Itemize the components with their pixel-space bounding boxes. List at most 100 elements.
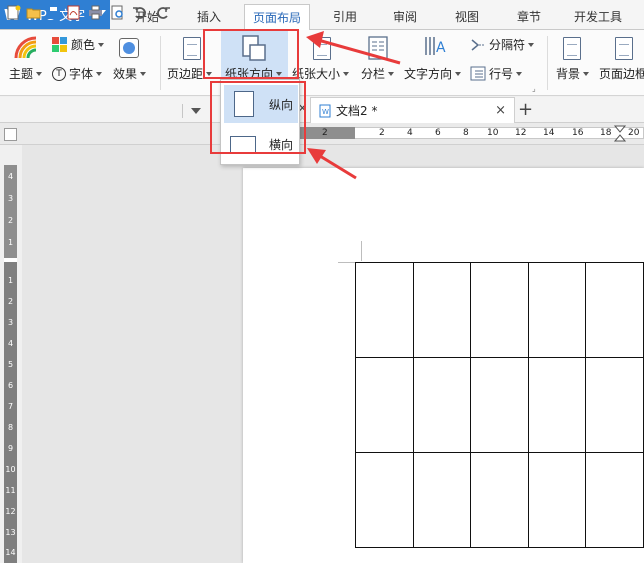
table-cell[interactable] bbox=[585, 262, 644, 358]
ruler-label: 3 bbox=[7, 194, 14, 203]
ruler-label: 12 bbox=[5, 507, 16, 516]
background-label: 背景 bbox=[556, 67, 581, 81]
annotation-box-orientation bbox=[203, 29, 299, 79]
ruler-label: 9 bbox=[7, 444, 14, 453]
font-icon: T bbox=[52, 66, 66, 81]
export-pdf-icon[interactable] bbox=[66, 5, 81, 20]
ruler-label: 14 bbox=[5, 548, 16, 557]
add-tab-icon[interactable]: + bbox=[518, 99, 533, 120]
svg-text:W: W bbox=[322, 108, 329, 116]
vertical-ruler-marker bbox=[4, 258, 17, 262]
tab-stop-selector[interactable] bbox=[4, 128, 17, 141]
line-number-label: 行号 bbox=[489, 67, 514, 81]
tab-insert[interactable]: 插入 bbox=[184, 4, 234, 29]
columns-icon bbox=[368, 36, 388, 60]
table-row bbox=[355, 262, 644, 358]
document-table[interactable] bbox=[355, 262, 644, 548]
ruler-label: 16 bbox=[572, 128, 584, 138]
document-icon: W bbox=[319, 104, 331, 117]
toolbar-divider bbox=[182, 104, 183, 118]
ruler-label: 2 bbox=[7, 297, 14, 306]
line-number-button[interactable]: 行号 bbox=[470, 65, 523, 82]
ruler-label: 12 bbox=[515, 128, 527, 138]
ruler-label: 13 bbox=[5, 528, 16, 537]
font-button[interactable]: T 字体 bbox=[52, 65, 103, 82]
close-icon[interactable]: × bbox=[495, 103, 506, 118]
separator-label: 分隔符 bbox=[489, 38, 526, 52]
theme-icon bbox=[14, 36, 37, 59]
chevron-down-icon bbox=[98, 42, 105, 47]
new-document-icon[interactable] bbox=[6, 5, 21, 20]
margins-icon bbox=[183, 37, 201, 60]
color-button[interactable]: 颜色 bbox=[52, 36, 105, 53]
effect-icon bbox=[119, 38, 139, 58]
chevron-down-icon bbox=[455, 71, 462, 76]
columns-label: 分栏 bbox=[361, 67, 386, 81]
table-cell[interactable] bbox=[412, 262, 472, 358]
ruler-label: 4 bbox=[407, 128, 413, 138]
redo-icon[interactable] bbox=[156, 5, 171, 20]
ruler-label: 10 bbox=[487, 128, 499, 138]
table-row bbox=[355, 357, 644, 453]
print-icon[interactable] bbox=[88, 5, 103, 20]
page-border-label: 页面边框 bbox=[599, 67, 644, 81]
table-cell[interactable] bbox=[470, 452, 529, 548]
ruler-label: 4 bbox=[7, 339, 14, 348]
table-cell[interactable] bbox=[355, 262, 414, 358]
ruler-label: 11 bbox=[5, 486, 16, 495]
ruler-label: 6 bbox=[435, 128, 441, 138]
ruler-label: 18 bbox=[600, 128, 612, 138]
table-cell[interactable] bbox=[355, 357, 414, 453]
chevron-down-icon bbox=[343, 71, 350, 76]
table-cell[interactable] bbox=[412, 452, 472, 548]
document-tab-title: 文档2 * bbox=[336, 104, 378, 118]
ruler-label: 20 bbox=[628, 128, 640, 138]
tab-review[interactable]: 审阅 bbox=[380, 4, 430, 29]
ruler-label: 5 bbox=[7, 360, 14, 369]
tab-view[interactable]: 视图 bbox=[442, 4, 492, 29]
separator-button[interactable]: 分隔符 bbox=[470, 36, 535, 53]
text-direction-label: 文字方向 bbox=[404, 67, 453, 81]
print-preview-icon[interactable] bbox=[110, 5, 125, 20]
annotation-box-menu bbox=[210, 81, 306, 154]
table-cell[interactable] bbox=[527, 357, 587, 453]
indent-marker-icon[interactable] bbox=[614, 125, 626, 143]
open-folder-icon[interactable] bbox=[26, 5, 41, 20]
save-icon[interactable] bbox=[46, 5, 61, 20]
tab-chapter[interactable]: 章节 bbox=[504, 4, 554, 29]
tab-page-layout[interactable]: 页面布局 bbox=[244, 4, 310, 30]
background-icon bbox=[563, 37, 581, 60]
chevron-down-icon bbox=[96, 71, 103, 76]
chevron-down-icon bbox=[36, 71, 43, 76]
chevron-down-icon bbox=[388, 71, 395, 76]
ruler-label: 3 bbox=[7, 318, 14, 327]
document-tab[interactable]: W 文档2 * × bbox=[310, 97, 515, 123]
table-cell[interactable] bbox=[585, 357, 644, 453]
separator-icon bbox=[471, 38, 485, 51]
font-label: 字体 bbox=[69, 67, 94, 81]
chevron-down-icon bbox=[140, 71, 147, 76]
ruler-label: 1 bbox=[7, 276, 14, 285]
customize-toolbar-icon[interactable] bbox=[191, 108, 201, 114]
table-cell[interactable] bbox=[470, 262, 529, 358]
table-cell[interactable] bbox=[585, 452, 644, 548]
group-expand-icon[interactable]: ⌟ bbox=[532, 84, 536, 93]
vertical-ruler-body bbox=[4, 262, 17, 563]
svg-text:A: A bbox=[436, 40, 446, 56]
table-cell[interactable] bbox=[412, 357, 472, 453]
tab-references[interactable]: 引用 bbox=[320, 4, 370, 29]
table-cell[interactable] bbox=[470, 357, 529, 453]
table-cell[interactable] bbox=[527, 452, 587, 548]
table-cell[interactable] bbox=[527, 262, 587, 358]
theme-label: 主题 bbox=[9, 67, 34, 81]
tab-developer[interactable]: 开发工具 bbox=[566, 4, 630, 29]
table-cell[interactable] bbox=[355, 452, 414, 548]
ruler-label: 2 bbox=[7, 216, 14, 225]
ruler-label: 7 bbox=[7, 402, 14, 411]
ruler-label: 8 bbox=[463, 128, 469, 138]
ruler-label: 14 bbox=[543, 128, 555, 138]
text-direction-icon: A bbox=[425, 37, 446, 56]
margin-corner-mark bbox=[361, 241, 362, 261]
effect-label: 效果 bbox=[113, 67, 138, 81]
undo-icon[interactable] bbox=[132, 5, 147, 20]
